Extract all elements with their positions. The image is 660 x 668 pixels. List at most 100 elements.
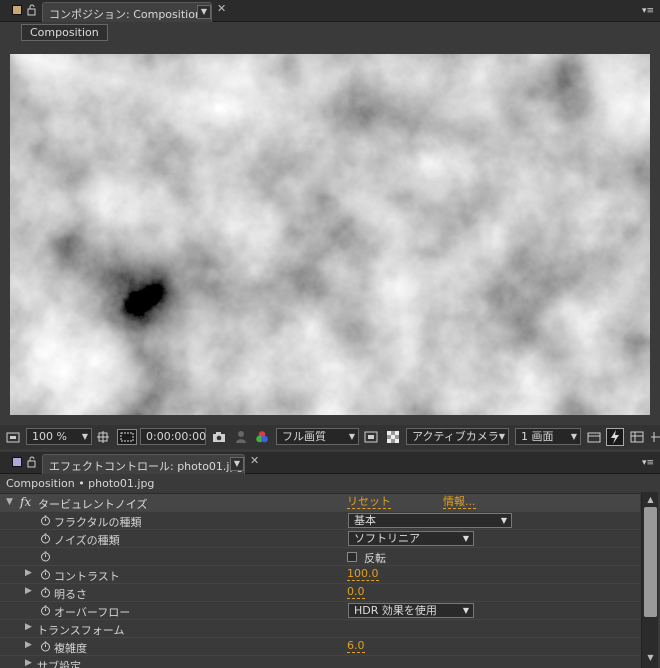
twirl-closed-icon[interactable]: ▶ (25, 586, 32, 596)
twirl-open-icon[interactable]: ▼ (6, 497, 13, 507)
about-link[interactable]: 情報... (443, 496, 476, 509)
composition-tab-bar: コンポジション: Composition ▼ ✕ ▾≡ (0, 0, 660, 22)
property-name: フラクタルの種類 (54, 516, 142, 529)
invert-label: 反転 (364, 552, 386, 565)
fractal-type-dropdown[interactable]: 基本 ▼ (348, 513, 512, 528)
property-name: 複雑度 (54, 642, 87, 655)
noise-type-dropdown[interactable]: ソフトリニア ▼ (348, 531, 474, 546)
tab-composition-menu-button[interactable]: ▼ (197, 5, 211, 19)
property-name: オーバーフロー (54, 606, 131, 619)
tab-composition[interactable]: コンポジション: Composition ▼ (42, 2, 212, 22)
chevron-down-icon: ▼ (348, 432, 355, 441)
flowchart-icon[interactable] (650, 430, 660, 444)
zoom-dropdown[interactable]: 100 % ▼ (26, 428, 92, 445)
complexity-value[interactable]: 6.0 (347, 640, 365, 653)
composition-viewer[interactable] (10, 54, 650, 415)
label-color-swatch[interactable] (12, 457, 22, 467)
transparency-grid-icon[interactable] (386, 430, 400, 444)
current-time-field[interactable]: 0:00:00:00 (140, 428, 206, 445)
label-color-swatch[interactable] (12, 5, 22, 15)
effect-controls-tab-bar: エフェクトコントロール: photo01.jpg ▼ ✕ ▾≡ (0, 452, 660, 474)
toggle-pixel-aspect-icon[interactable] (587, 430, 601, 444)
stopwatch-icon[interactable] (40, 551, 51, 562)
lock-icon[interactable] (26, 456, 38, 468)
view-layout-value: 1 画面 (521, 430, 554, 443)
chevron-down-icon: ▼ (462, 534, 469, 543)
chevron-down-icon: ▼ (462, 606, 469, 615)
chevron-down-icon: ▼ (570, 432, 577, 441)
property-name: ノイズの種類 (54, 534, 120, 547)
viewer-toolbar: 100 % ▼ 0:00:00:00 フル画質 ▼ アクティブカメラ ▼ 1 画… (0, 425, 660, 449)
chevron-down-icon: ▼ (81, 432, 88, 441)
property-row-invert: 反転 (0, 547, 640, 565)
composition-panel: コンポジション: Composition ▼ ✕ ▾≡ Composition (0, 0, 660, 452)
effect-controls-panel: エフェクトコントロール: photo01.jpg ▼ ✕ ▾≡ Composit… (0, 452, 660, 668)
fx-toggle-icon[interactable]: fx (20, 495, 31, 509)
fast-previews-icon[interactable] (606, 428, 624, 446)
stopwatch-icon[interactable] (40, 533, 51, 544)
property-row-brightness: ▶ 明るさ 0.0 (0, 583, 640, 601)
safe-margins-icon[interactable] (96, 430, 110, 444)
stopwatch-icon[interactable] (40, 515, 51, 526)
tab-effect-controls-menu-button[interactable]: ▼ (230, 457, 244, 471)
scroll-up-arrow-icon[interactable]: ▲ (644, 494, 657, 506)
effect-name: タービュレントノイズ (38, 498, 148, 511)
resolution-dropdown[interactable]: フル画質 ▼ (276, 428, 359, 445)
overflow-value: HDR 効果を使用 (354, 604, 437, 617)
panel-menu-icon[interactable]: ▾≡ (636, 457, 654, 469)
scrollbar-thumb[interactable] (644, 507, 657, 617)
show-snapshot-icon[interactable] (234, 430, 248, 444)
effect-header-turbulent-noise[interactable]: ▼ fx タービュレントノイズ リセット 情報... (0, 493, 640, 511)
property-row-contrast: ▶ コントラスト 100.0 (0, 565, 640, 583)
close-icon[interactable]: ✕ (250, 455, 259, 467)
overflow-dropdown[interactable]: HDR 効果を使用 ▼ (348, 603, 474, 618)
vertical-scrollbar[interactable]: ▲ ▼ (641, 492, 658, 668)
region-of-interest-icon[interactable] (364, 430, 378, 444)
brightness-value[interactable]: 0.0 (347, 586, 365, 599)
stopwatch-icon[interactable] (40, 641, 51, 652)
property-row-noise-type: ノイズの種類 ソフトリニア ▼ (0, 529, 640, 547)
tab-composition-label: コンポジション: Composition (49, 8, 202, 21)
invert-checkbox[interactable] (347, 552, 357, 562)
property-row-fractal-type: フラクタルの種類 基本 ▼ (0, 511, 640, 529)
property-row-transform: ▶ トランスフォーム (0, 619, 640, 637)
close-icon[interactable]: ✕ (217, 3, 226, 15)
mask-visibility-icon[interactable] (117, 429, 137, 445)
stopwatch-icon[interactable] (40, 569, 51, 580)
fractal-type-value: 基本 (354, 514, 376, 527)
property-group-name: サブ設定 (37, 660, 81, 668)
property-group-name: トランスフォーム (37, 624, 125, 637)
panel-menu-icon[interactable]: ▾≡ (636, 5, 654, 17)
noise-type-value: ソフトリニア (354, 532, 420, 545)
turbulent-noise-render (10, 54, 650, 415)
resolution-value: フル画質 (282, 430, 326, 443)
camera-view-dropdown[interactable]: アクティブカメラ ▼ (406, 428, 509, 445)
property-row-sub-settings: ▶ サブ設定 (0, 655, 640, 668)
chevron-down-icon: ▼ (500, 516, 507, 525)
twirl-closed-icon[interactable]: ▶ (25, 658, 32, 668)
stopwatch-icon[interactable] (40, 605, 51, 616)
composition-nav-chip[interactable]: Composition (21, 24, 108, 41)
reset-link[interactable]: リセット (347, 496, 391, 509)
camera-snapshot-icon[interactable] (212, 430, 226, 444)
property-name: 明るさ (54, 588, 87, 601)
timeline-icon[interactable] (630, 430, 644, 444)
color-channels-icon[interactable] (255, 430, 269, 444)
camera-view-value: アクティブカメラ (412, 430, 499, 443)
breadcrumb: Composition • photo01.jpg (6, 477, 155, 490)
always-preview-icon[interactable] (6, 430, 20, 444)
tab-effect-controls[interactable]: エフェクトコントロール: photo01.jpg ▼ (42, 454, 245, 474)
view-layout-dropdown[interactable]: 1 画面 ▼ (515, 428, 581, 445)
twirl-closed-icon[interactable]: ▶ (25, 568, 32, 578)
scroll-down-arrow-icon[interactable]: ▼ (644, 652, 657, 664)
stopwatch-icon[interactable] (40, 587, 51, 598)
chevron-down-icon: ▼ (498, 432, 505, 441)
tab-effect-controls-label: エフェクトコントロール: photo01.jpg (49, 460, 244, 473)
property-row-overflow: オーバーフロー HDR 効果を使用 ▼ (0, 601, 640, 619)
contrast-value[interactable]: 100.0 (347, 568, 379, 581)
twirl-closed-icon[interactable]: ▶ (25, 622, 32, 632)
lock-icon[interactable] (26, 4, 38, 16)
zoom-value: 100 % (32, 430, 67, 443)
twirl-closed-icon[interactable]: ▶ (25, 640, 32, 650)
property-name: コントラスト (54, 570, 120, 583)
